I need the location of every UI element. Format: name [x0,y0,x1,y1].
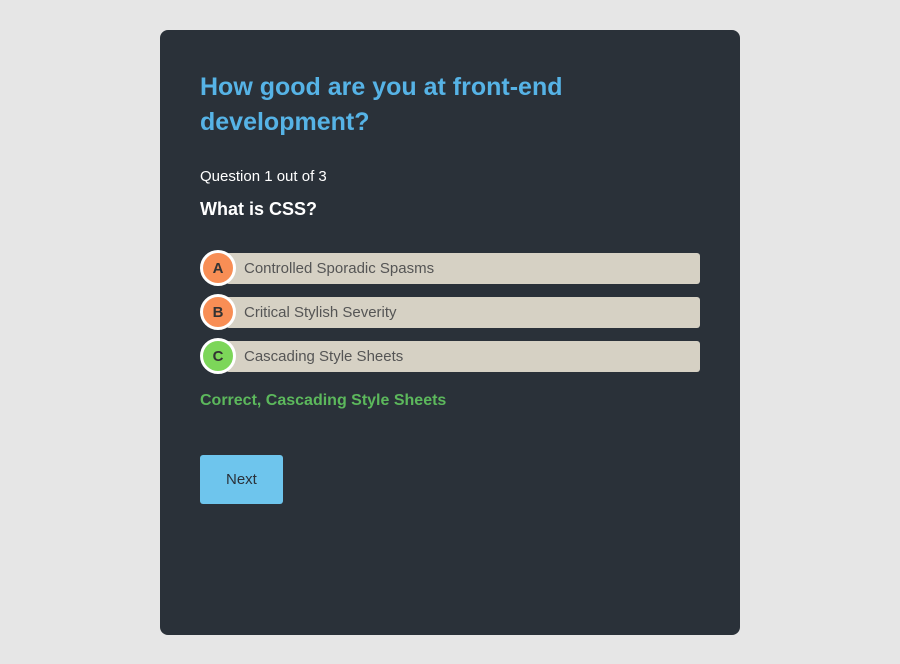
option-text: Cascading Style Sheets [226,341,700,372]
quiz-title: How good are you at front-end developmen… [200,70,700,140]
option-text: Controlled Sporadic Spasms [226,253,700,284]
option-letter: A [200,250,236,286]
next-button[interactable]: Next [200,455,283,504]
option-b[interactable]: B Critical Stylish Severity [200,294,700,330]
feedback-message: Correct, Cascading Style Sheets [200,392,700,410]
question-progress: Question 1 out of 3 [200,168,700,185]
option-letter: C [200,338,236,374]
option-a[interactable]: A Controlled Sporadic Spasms [200,250,700,286]
question-text: What is CSS? [200,199,700,220]
option-letter: B [200,294,236,330]
option-text: Critical Stylish Severity [226,297,700,328]
quiz-card: How good are you at front-end developmen… [160,30,740,635]
options-list: A Controlled Sporadic Spasms B Critical … [200,250,700,374]
option-c[interactable]: C Cascading Style Sheets [200,338,700,374]
